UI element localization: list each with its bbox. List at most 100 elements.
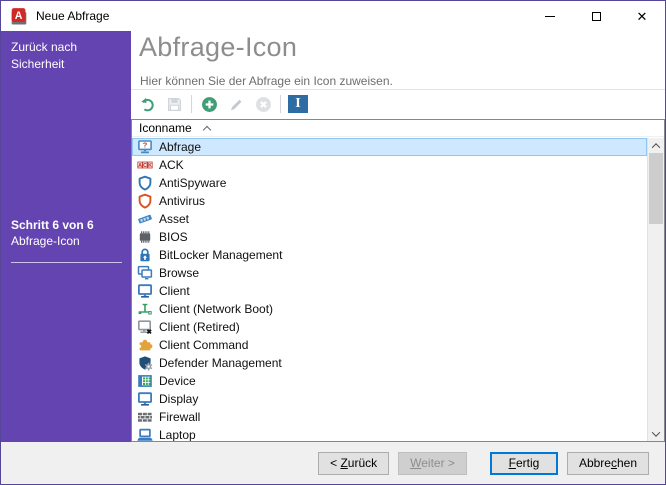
back-button[interactable]: < Zurück: [318, 452, 389, 475]
ack-letters-icon: [137, 157, 153, 173]
icon-list: Iconname AbfrageACKAntiSpywareAntivirusA…: [131, 119, 665, 442]
list-item[interactable]: Asset: [132, 210, 647, 228]
list-item-label: Defender Management: [159, 356, 282, 370]
puzzle-icon: [137, 337, 153, 353]
list-item-label: ACK: [159, 158, 184, 172]
list-item[interactable]: Browse: [132, 264, 647, 282]
edit-icon: [228, 96, 245, 113]
chevron-down-icon: [652, 428, 660, 436]
titlebar: A Neue Abfrage ✕: [1, 1, 665, 31]
list-item[interactable]: Antivirus: [132, 192, 647, 210]
list-item-label: BitLocker Management: [159, 248, 282, 262]
add-button[interactable]: [197, 92, 221, 116]
undo-button[interactable]: [135, 92, 159, 116]
page-title: Abfrage-Icon: [139, 32, 297, 63]
ram-module-icon: [137, 211, 153, 227]
list-item[interactable]: BitLocker Management: [132, 246, 647, 264]
sort-ascending-icon: [202, 125, 210, 133]
cancel-button[interactable]: Abbrechen: [567, 452, 649, 475]
monitor-icon: [137, 283, 153, 299]
list-item-label: Client (Network Boot): [159, 302, 273, 316]
delete-icon: [255, 96, 272, 113]
step-count-label: Schritt 6 von 6: [11, 217, 122, 233]
wizard-window: A Neue Abfrage ✕ Zurück nach Sicherheit …: [0, 0, 666, 485]
back-nav-link[interactable]: Zurück nach Sicherheit: [1, 31, 131, 73]
scrollbar-thumb[interactable]: [649, 153, 663, 224]
list-item[interactable]: Defender Management: [132, 354, 647, 372]
monitor-icon: [137, 391, 153, 407]
toolbar-separator: [280, 95, 281, 113]
toolbar-separator: [191, 95, 192, 113]
monitor-retired-icon: [137, 319, 153, 335]
wizard-sidebar: Zurück nach Sicherheit Schritt 6 von 6 A…: [1, 31, 131, 442]
list-item[interactable]: Abfrage: [132, 138, 647, 156]
column-header-label: Iconname: [139, 121, 192, 135]
list-item-label: Laptop: [159, 428, 196, 441]
network-boot-icon: [137, 301, 153, 317]
list-item[interactable]: Firewall: [132, 408, 647, 426]
save-icon: [166, 96, 183, 113]
list-item-label: AntiSpyware: [159, 176, 226, 190]
save-button: [162, 92, 186, 116]
monitor-question-icon: [137, 139, 153, 155]
step-name-label: Abfrage-Icon: [11, 233, 122, 249]
assign-icon-icon: I: [288, 95, 308, 113]
svg-text:A: A: [15, 10, 23, 22]
toolbar: I: [135, 90, 665, 118]
shield-gear-icon: [137, 355, 153, 371]
list-item[interactable]: Laptop: [132, 426, 647, 441]
list-item[interactable]: Client (Network Boot): [132, 300, 647, 318]
chip-icon: [137, 229, 153, 245]
list-item-label: Firewall: [159, 410, 200, 424]
finish-button[interactable]: Fertig: [490, 452, 558, 475]
list-item[interactable]: Client Command: [132, 336, 647, 354]
list-item[interactable]: Display: [132, 390, 647, 408]
list-item[interactable]: ACK: [132, 156, 647, 174]
undo-icon: [139, 96, 156, 113]
close-icon: ✕: [637, 10, 648, 23]
main-panel: Abfrage-Icon Hier können Sie der Abfrage…: [131, 31, 665, 442]
device-grid-icon: [137, 373, 153, 389]
list-item[interactable]: Device: [132, 372, 647, 390]
next-button: Weiter >: [398, 452, 467, 475]
list-item-label: BIOS: [159, 230, 188, 244]
icon-list-rows: Abfrage ACK AntiSpyware Antivirus Asset BIOS B…: [132, 138, 647, 441]
window-title: Neue Abfrage: [36, 9, 109, 23]
list-item-label: Device: [159, 374, 196, 388]
maximize-icon: [592, 12, 601, 21]
maximize-button[interactable]: [573, 1, 619, 31]
shield-orange-icon: [137, 193, 153, 209]
vertical-scrollbar[interactable]: [647, 138, 664, 441]
scroll-up-button[interactable]: [648, 138, 664, 153]
brick-wall-icon: [137, 409, 153, 425]
padlock-icon: [137, 247, 153, 263]
chevron-up-icon: [652, 143, 660, 151]
list-item[interactable]: Client: [132, 282, 647, 300]
window-controls: ✕: [527, 1, 665, 31]
list-item[interactable]: Client (Retired): [132, 318, 647, 336]
shield-blue-icon: [137, 175, 153, 191]
list-item-label: Antivirus: [159, 194, 205, 208]
list-item-label: Display: [159, 392, 198, 406]
list-item-label: Asset: [159, 212, 189, 226]
close-button[interactable]: ✕: [619, 1, 665, 31]
add-icon: [201, 96, 218, 113]
monitor-browse-icon: [137, 265, 153, 281]
delete-button: [251, 92, 275, 116]
page-subtitle: Hier können Sie der Abfrage ein Icon zuw…: [140, 74, 393, 88]
list-item[interactable]: BIOS: [132, 228, 647, 246]
list-item[interactable]: AntiSpyware: [132, 174, 647, 192]
list-item-label: Browse: [159, 266, 199, 280]
app-logo-icon: A: [10, 7, 28, 25]
list-column-header[interactable]: Iconname: [132, 120, 664, 137]
minimize-button[interactable]: [527, 1, 573, 31]
wizard-body: Zurück nach Sicherheit Schritt 6 von 6 A…: [1, 31, 665, 442]
edit-button: [224, 92, 248, 116]
step-underline: [11, 262, 122, 263]
assign-icon-button[interactable]: I: [286, 92, 310, 116]
step-indicator: Schritt 6 von 6 Abfrage-Icon: [11, 217, 122, 263]
list-item-label: Client: [159, 284, 190, 298]
list-item-label: Client (Retired): [159, 320, 240, 334]
scroll-down-button[interactable]: [648, 426, 664, 441]
footer-buttons: < Zurück Weiter > Fertig Abbrechen: [1, 442, 665, 484]
